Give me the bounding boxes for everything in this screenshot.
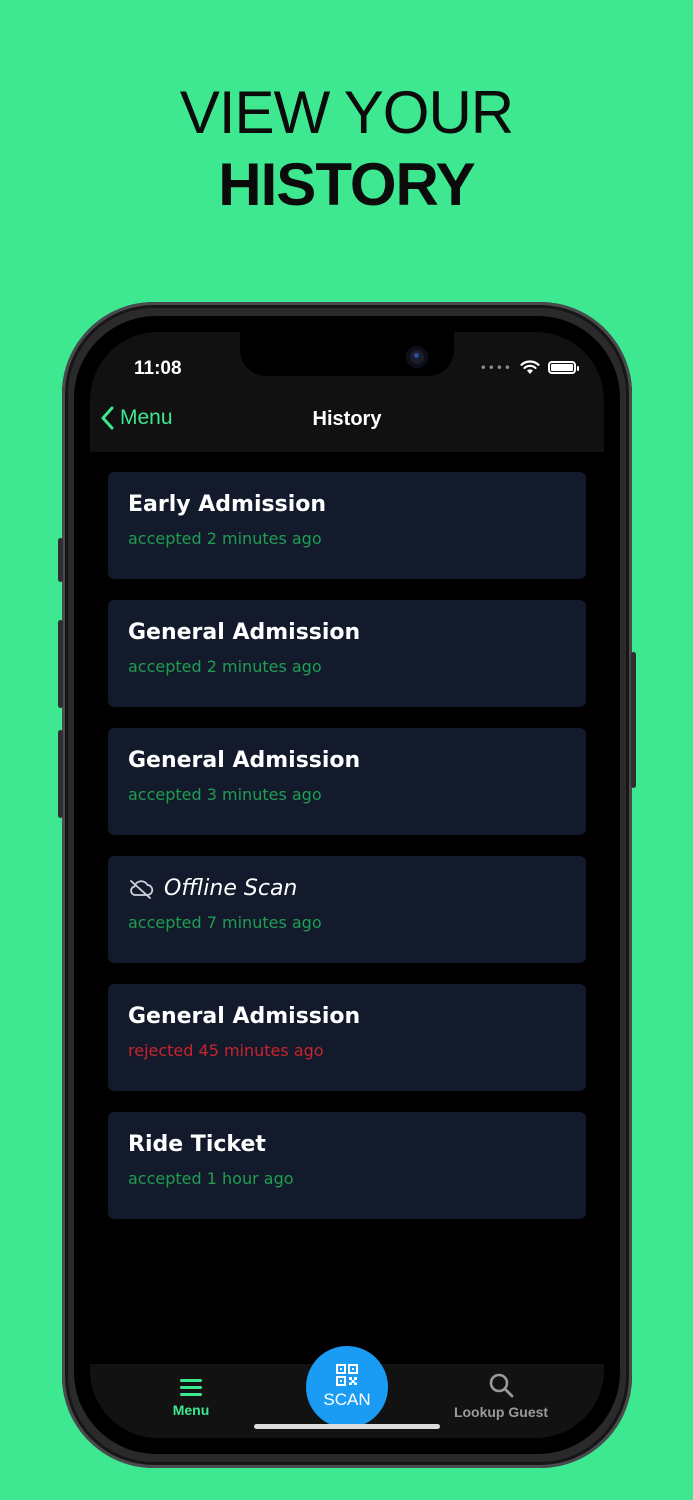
status-icons: •••• <box>479 360 579 375</box>
history-item-title: General Admission <box>128 1004 361 1029</box>
history-item-title: Ride Ticket <box>128 1132 266 1157</box>
history-item-title: General Admission <box>128 620 361 645</box>
cloud-offline-icon <box>130 879 154 899</box>
history-item-title-row: Offline Scan <box>128 876 566 901</box>
search-icon <box>489 1373 514 1398</box>
tab-lookup-guest-label: Lookup Guest <box>453 1404 549 1420</box>
home-indicator <box>254 1424 440 1429</box>
history-item-status: accepted 2 minutes ago <box>128 529 322 548</box>
history-item[interactable]: Early Admission accepted 2 minutes ago <box>108 472 586 579</box>
history-item-title: Early Admission <box>128 492 327 517</box>
page-title: History <box>312 408 382 430</box>
qr-code-icon <box>336 1364 358 1386</box>
tab-menu-label: Menu <box>172 1402 210 1418</box>
phone-frame: 11:08 •••• Menu History Early Admission … <box>58 302 636 1468</box>
power-button <box>631 652 636 788</box>
history-item-title: General Admission <box>128 748 361 773</box>
notch <box>240 332 454 376</box>
battery-icon <box>548 361 579 374</box>
history-item-status: accepted 7 minutes ago <box>128 913 322 932</box>
promo-headline-line2: HISTORY <box>218 151 475 218</box>
tab-lookup-guest[interactable]: Lookup Guest <box>416 1364 586 1438</box>
scan-button[interactable]: SCAN <box>306 1346 388 1428</box>
history-item[interactable]: Offline Scan accepted 7 minutes ago <box>108 856 586 963</box>
history-item-status: accepted 2 minutes ago <box>128 657 322 676</box>
signal-icon: •••• <box>479 360 512 375</box>
volume-down-button <box>58 730 63 818</box>
history-item-title: Offline Scan <box>164 876 298 901</box>
scan-button-label: SCAN <box>323 1390 371 1409</box>
status-time: 11:08 <box>134 358 182 379</box>
history-list: Early Admission accepted 2 minutes ago G… <box>108 472 586 1240</box>
promo-headline-line1: VIEW YOUR <box>179 79 514 146</box>
app-screen: 11:08 •••• Menu History Early Admission … <box>90 332 604 1438</box>
history-item[interactable]: General Admission accepted 2 minutes ago <box>108 600 586 707</box>
volume-up-button <box>58 620 63 708</box>
history-item[interactable]: General Admission rejected 45 minutes ag… <box>108 984 586 1091</box>
screen-bezel: 11:08 •••• Menu History Early Admission … <box>74 316 620 1454</box>
history-item-status: accepted 3 minutes ago <box>128 785 322 804</box>
front-camera <box>406 346 428 368</box>
hamburger-menu-icon <box>180 1379 202 1396</box>
tab-menu[interactable]: Menu <box>106 1364 276 1438</box>
history-item-status: accepted 1 hour ago <box>128 1169 294 1188</box>
wifi-icon <box>520 360 540 374</box>
history-item[interactable]: Ride Ticket accepted 1 hour ago <box>108 1112 586 1219</box>
history-item-status: rejected 45 minutes ago <box>128 1041 324 1060</box>
history-item[interactable]: General Admission accepted 3 minutes ago <box>108 728 586 835</box>
mute-switch <box>58 538 63 582</box>
